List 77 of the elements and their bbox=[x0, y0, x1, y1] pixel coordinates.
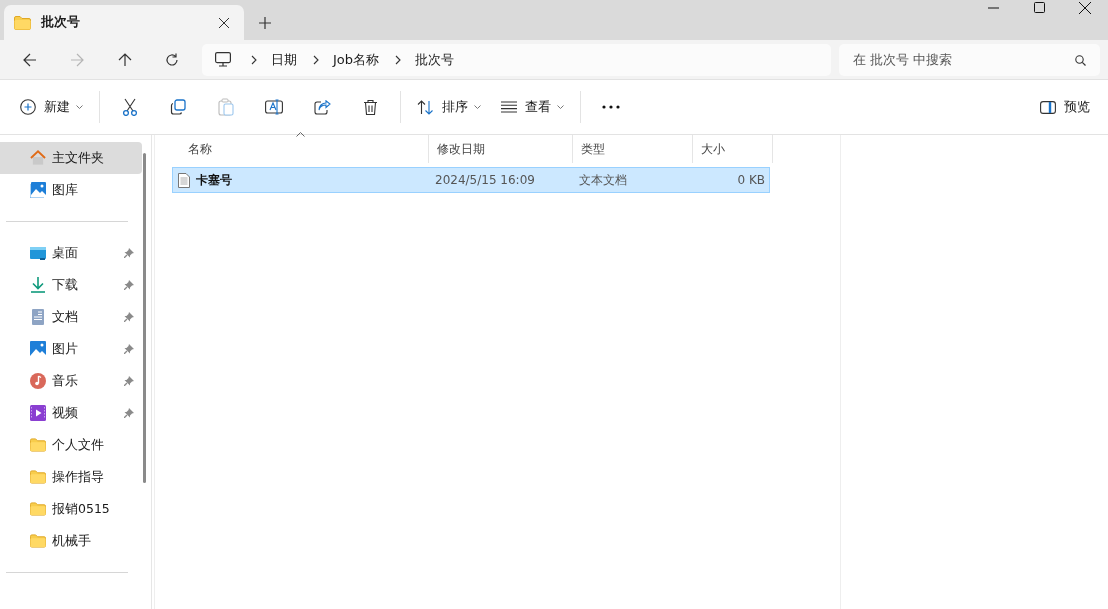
column-header[interactable]: 名称 bbox=[172, 135, 429, 163]
chevron-down-icon bbox=[474, 104, 481, 110]
trash-icon bbox=[362, 98, 378, 116]
sort-button[interactable]: 排序 bbox=[407, 89, 491, 125]
clipboard-icon bbox=[218, 98, 234, 116]
tab-title: 批次号 bbox=[41, 14, 81, 31]
folder-icon bbox=[30, 438, 46, 452]
sidebar-item[interactable]: 报销0515 bbox=[0, 493, 142, 525]
rename-icon bbox=[265, 99, 283, 115]
chevron-icon bbox=[250, 54, 257, 65]
address-bar[interactable]: 日期 Job名称 批次号 bbox=[201, 43, 831, 76]
folder-icon bbox=[14, 15, 31, 30]
column-header[interactable]: 大小 bbox=[693, 135, 773, 163]
column-label: 名称 bbox=[188, 140, 212, 158]
chevron-down-icon bbox=[557, 104, 564, 110]
chevron-icon bbox=[312, 54, 319, 65]
sidebar-item[interactable]: 下载 bbox=[0, 269, 142, 301]
gallery-icon bbox=[30, 182, 46, 198]
home-icon bbox=[30, 150, 46, 166]
chevron-down-icon bbox=[76, 104, 83, 110]
list-icon bbox=[501, 101, 517, 113]
refresh-icon bbox=[165, 52, 180, 67]
desktop-icon bbox=[30, 246, 46, 260]
sidebar-item[interactable]: 机械手 bbox=[0, 525, 142, 557]
back-arrow-icon bbox=[22, 52, 37, 67]
sidebar-item[interactable]: 音乐 bbox=[0, 365, 142, 397]
computer-icon bbox=[214, 52, 231, 67]
sidebar-item[interactable]: 个人文件 bbox=[0, 429, 142, 461]
sidebar-item[interactable]: 图库 bbox=[0, 174, 142, 206]
folder-icon bbox=[30, 470, 46, 484]
folder-tab[interactable]: 批次号 bbox=[4, 5, 244, 40]
modified-date: 2024/5/15 16:09 bbox=[434, 173, 536, 187]
column-label: 类型 bbox=[581, 140, 605, 158]
document-icon bbox=[30, 309, 46, 325]
forward-arrow-icon bbox=[70, 52, 85, 67]
column-header[interactable]: 类型 bbox=[573, 135, 693, 163]
download-icon bbox=[30, 277, 46, 293]
search-field[interactable]: 在 批次号 中搜索 bbox=[838, 43, 1100, 76]
scissors-icon bbox=[122, 98, 138, 116]
maximize-icon bbox=[1033, 2, 1045, 13]
column-header[interactable]: 修改日期 bbox=[429, 135, 573, 163]
preview-button[interactable]: 预览 bbox=[1030, 89, 1100, 125]
plus-icon bbox=[259, 16, 271, 29]
video-icon bbox=[30, 405, 46, 421]
sidebar-item[interactable]: 文档 bbox=[0, 301, 142, 333]
chevron-icon bbox=[394, 54, 401, 65]
music-icon bbox=[30, 373, 46, 389]
folder-icon bbox=[30, 534, 46, 548]
column-label: 大小 bbox=[701, 140, 725, 158]
sidebar-item[interactable]: 视频 bbox=[0, 397, 142, 429]
picture-icon bbox=[30, 341, 46, 357]
breadcrumb-item[interactable]: 批次号 bbox=[414, 50, 454, 69]
file-type: 文本文档 bbox=[578, 171, 628, 189]
sidebar-item[interactable]: 主文件夹 bbox=[0, 142, 142, 174]
sidebar-item[interactable]: 桌面 bbox=[0, 237, 142, 269]
new-button[interactable]: 新建 bbox=[10, 89, 93, 125]
preview-pane-icon bbox=[1040, 100, 1056, 114]
file-name: 卡塞号 bbox=[196, 171, 232, 189]
sort-icon bbox=[417, 99, 434, 115]
up-arrow-icon bbox=[117, 52, 132, 67]
view-button[interactable]: 查看 bbox=[491, 89, 574, 125]
scrollbar-thumb[interactable] bbox=[143, 153, 146, 483]
sidebar-item[interactable]: 操作指导 bbox=[0, 461, 142, 493]
close-icon bbox=[1079, 2, 1091, 14]
breadcrumb-item[interactable]: Job名称 bbox=[332, 50, 379, 69]
plus-circle-icon bbox=[20, 99, 36, 115]
file-row[interactable]: 卡塞号 2024/5/15 16:09 文本文档 0 KB bbox=[172, 167, 770, 193]
copy-icon bbox=[170, 99, 186, 115]
column-label: 修改日期 bbox=[437, 140, 485, 158]
text-file-icon bbox=[178, 172, 190, 188]
breadcrumb-item[interactable]: 日期 bbox=[270, 50, 297, 69]
more-icon bbox=[602, 105, 620, 109]
file-size: 0 KB bbox=[736, 173, 766, 187]
share-icon bbox=[313, 99, 331, 115]
folder-icon bbox=[30, 502, 46, 516]
search-icon bbox=[1075, 54, 1086, 66]
sidebar-item[interactable]: 图片 bbox=[0, 333, 142, 365]
